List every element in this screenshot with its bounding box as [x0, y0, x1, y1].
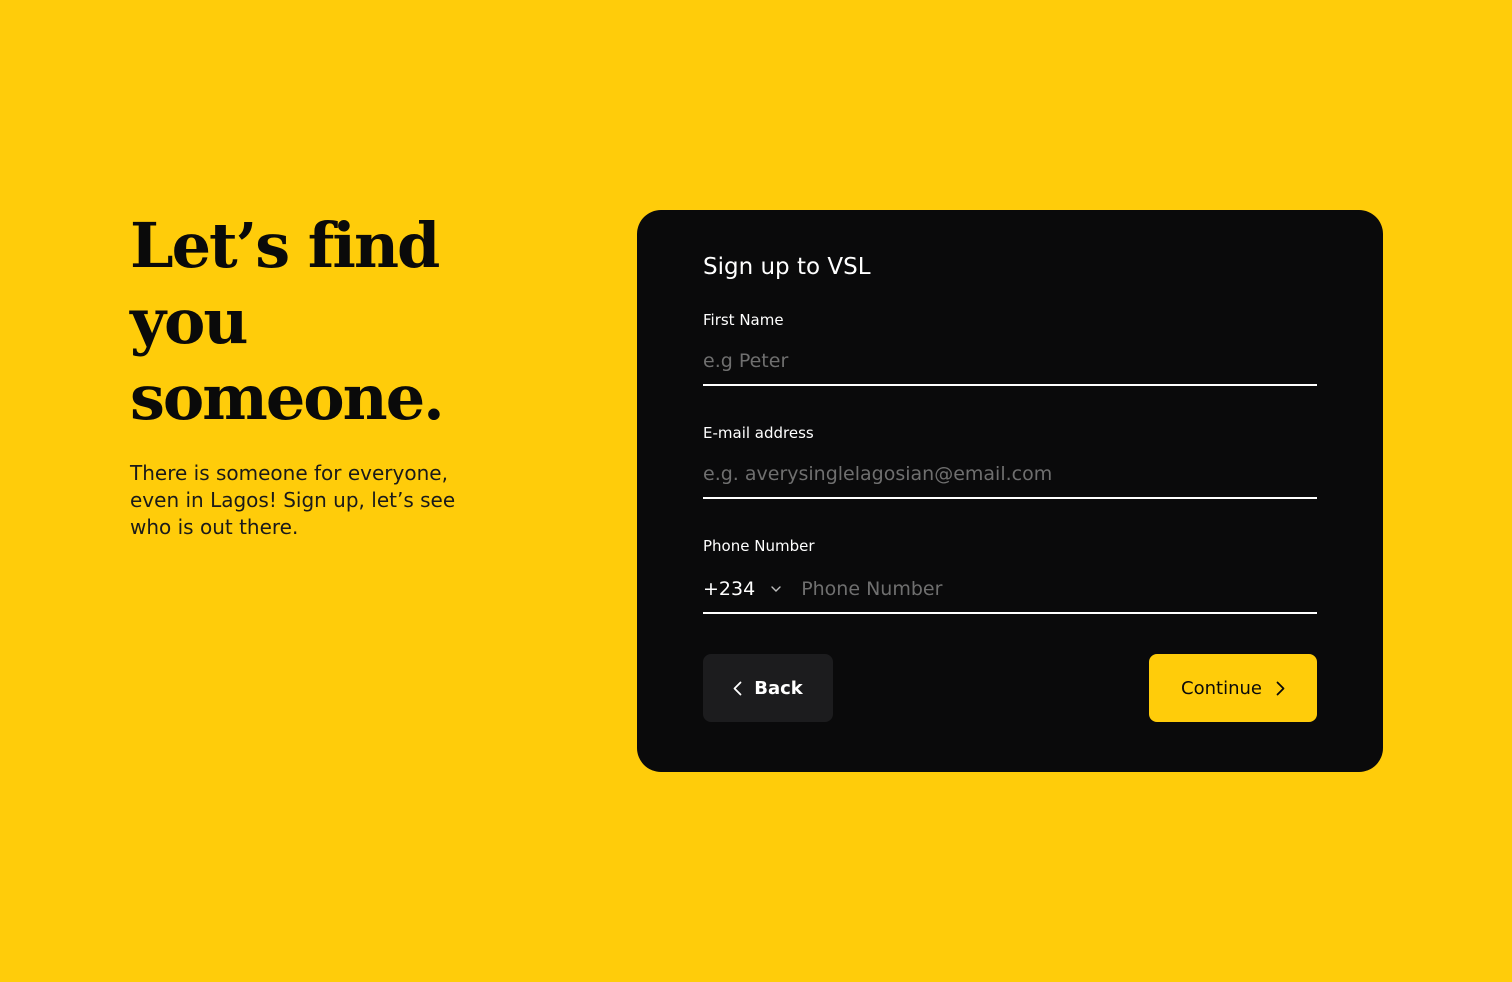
first-name-label: First Name	[703, 311, 784, 329]
phone-label: Phone Number	[703, 537, 815, 555]
country-code-value: +234	[703, 578, 756, 600]
continue-button[interactable]: Continue	[1149, 654, 1317, 722]
back-button[interactable]: Back	[703, 654, 833, 722]
hero-subtitle: There is someone for everyone, even in L…	[130, 461, 456, 539]
phone-number-input[interactable]	[801, 567, 1317, 611]
first-name-input[interactable]	[703, 338, 1317, 386]
chevron-left-icon	[733, 681, 742, 696]
back-button-label: Back	[754, 677, 803, 699]
email-label: E-mail address	[703, 424, 814, 442]
email-input[interactable]	[703, 451, 1317, 499]
chevron-down-icon	[771, 586, 781, 592]
hero-section: Let’s find you someone. There is someone…	[130, 208, 570, 541]
first-name-field: First Name	[703, 310, 1317, 386]
country-code-select[interactable]: +234	[703, 578, 801, 600]
phone-field: Phone Number +234	[703, 536, 1317, 614]
phone-input-row: +234	[703, 566, 1317, 614]
signup-card: Sign up to VSL First Name E-mail address…	[637, 210, 1383, 772]
email-field: E-mail address	[703, 423, 1317, 499]
continue-button-label: Continue	[1181, 677, 1262, 699]
hero-title: Let’s find you someone.	[130, 209, 445, 434]
form-title: Sign up to VSL	[703, 254, 871, 280]
chevron-right-icon	[1276, 681, 1285, 696]
